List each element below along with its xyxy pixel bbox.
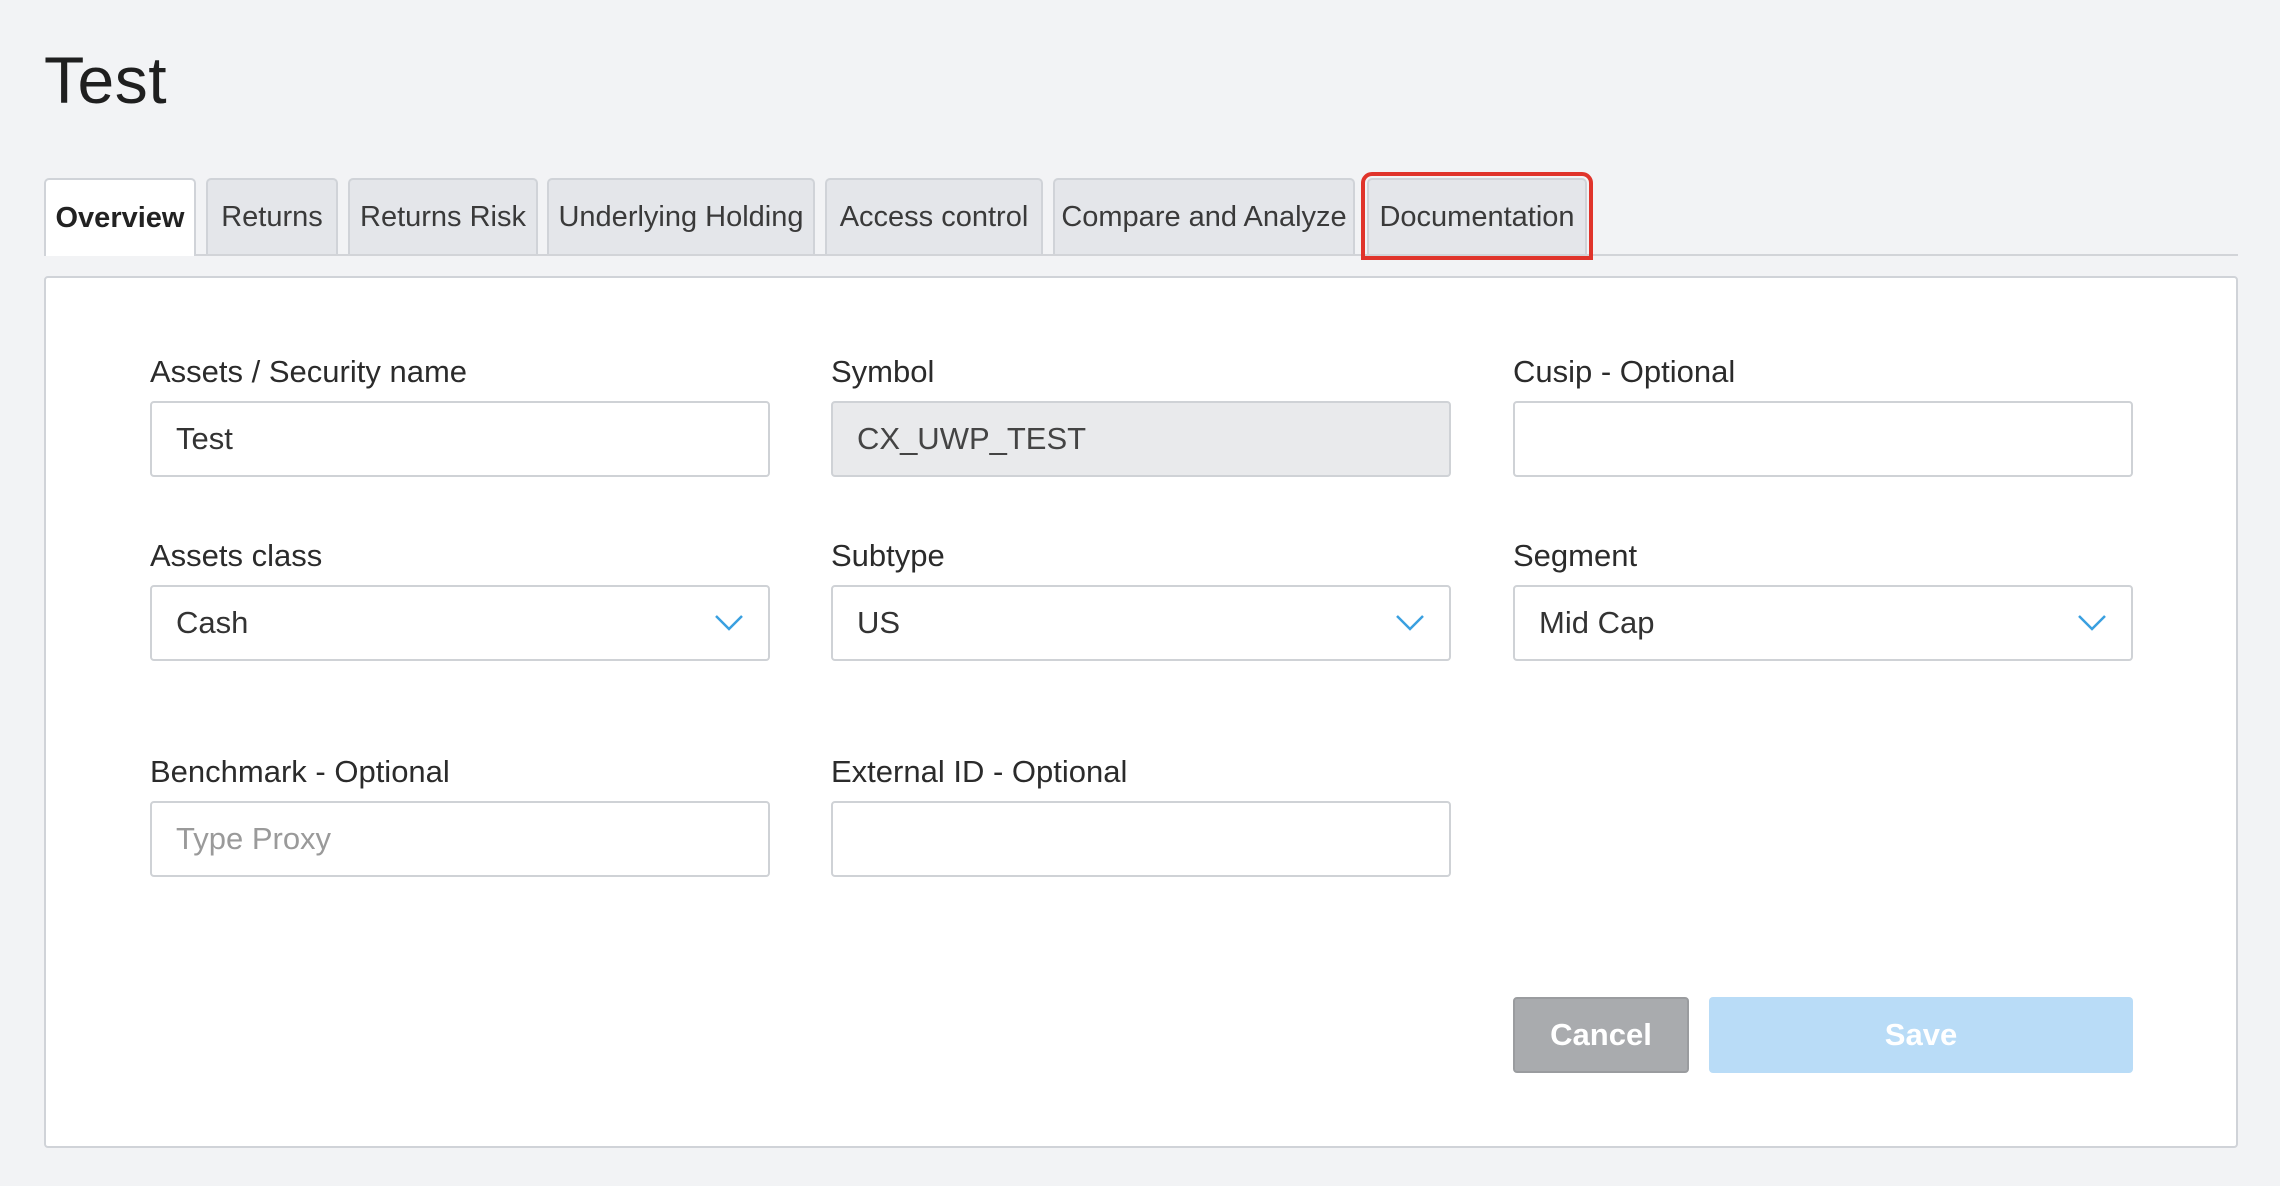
chevron-down-icon: [2077, 613, 2107, 633]
chevron-down-icon: [1395, 613, 1425, 633]
segment-label: Segment: [1513, 538, 1638, 573]
tab-returns-risk[interactable]: Returns Risk: [348, 178, 538, 254]
subtype-value: US: [857, 605, 901, 640]
page-title: Test: [44, 43, 168, 117]
security-name-input[interactable]: [150, 401, 770, 477]
tab-overview[interactable]: Overview: [44, 178, 196, 256]
symbol-field: CX_UWP_TEST: [831, 401, 1451, 477]
external-id-input[interactable]: [831, 801, 1451, 877]
tab-returns[interactable]: Returns: [206, 178, 338, 254]
segment-select[interactable]: Mid Cap: [1513, 585, 2133, 661]
tab-documentation[interactable]: Documentation: [1361, 172, 1593, 260]
symbol-label: Symbol: [831, 354, 935, 389]
external-id-label: External ID - Optional: [831, 754, 1128, 789]
tab-compare-and-analyze[interactable]: Compare and Analyze: [1053, 178, 1355, 254]
tab-underlying-holding[interactable]: Underlying Holding: [547, 178, 815, 254]
segment-value: Mid Cap: [1539, 605, 1655, 640]
benchmark-input[interactable]: [150, 801, 770, 877]
cusip-input[interactable]: [1513, 401, 2133, 477]
save-button[interactable]: Save: [1709, 997, 2133, 1073]
subtype-select[interactable]: US: [831, 585, 1451, 661]
tab-access-control[interactable]: Access control: [825, 178, 1043, 254]
benchmark-label: Benchmark - Optional: [150, 754, 450, 789]
tab-bar: Overview Returns Returns Risk Underlying…: [44, 172, 2238, 260]
cancel-button[interactable]: Cancel: [1513, 997, 1689, 1073]
asset-class-label: Assets class: [150, 538, 323, 573]
security-name-label: Assets / Security name: [150, 354, 468, 389]
symbol-value: CX_UWP_TEST: [857, 421, 1087, 456]
asset-class-select[interactable]: Cash: [150, 585, 770, 661]
cusip-label: Cusip - Optional: [1513, 354, 1736, 389]
asset-class-value: Cash: [176, 605, 249, 640]
overview-panel: Assets / Security name Symbol CX_UWP_TES…: [44, 276, 2238, 1148]
chevron-down-icon: [714, 613, 744, 633]
subtype-label: Subtype: [831, 538, 945, 573]
